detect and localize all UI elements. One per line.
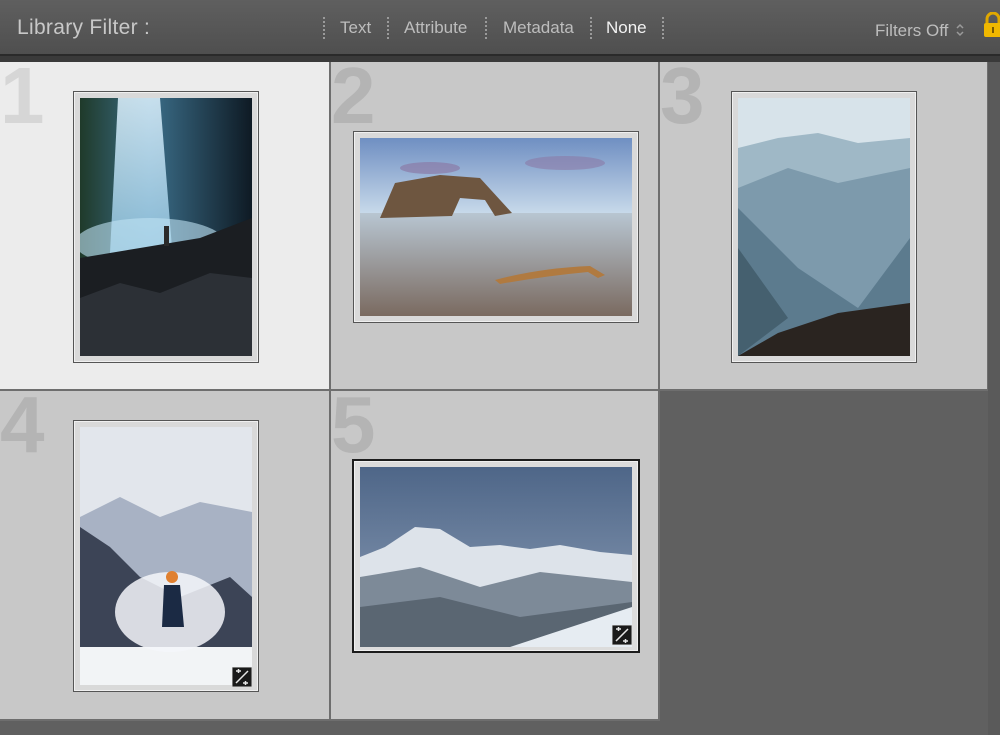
lock-icon[interactable] xyxy=(982,12,1000,38)
sea-arch-photo xyxy=(360,138,632,316)
up-down-chevron-icon[interactable] xyxy=(955,22,965,38)
grid-cell-2[interactable]: 2 xyxy=(331,56,660,391)
waterfall-photo xyxy=(80,98,252,356)
library-filter-title: Library Filter : xyxy=(17,16,151,39)
snow-runner-photo xyxy=(80,427,252,685)
cell-index: 1 xyxy=(0,51,45,140)
photo-thumbnail[interactable] xyxy=(73,420,259,692)
tab-separator xyxy=(323,17,325,39)
library-filter-bar: Library Filter : Text Attribute Metadata… xyxy=(0,0,1000,56)
develop-adjustment-badge-icon[interactable] xyxy=(612,625,632,645)
grid-cell-4[interactable]: 4 xyxy=(0,385,331,721)
cell-index: 4 xyxy=(0,380,45,469)
tab-text[interactable]: Text xyxy=(340,18,371,38)
tab-separator xyxy=(485,17,487,39)
photo-thumbnail[interactable] xyxy=(353,131,639,323)
filters-preset-dropdown[interactable]: Filters Off xyxy=(875,21,948,41)
thumbnail-grid: 1 2 3 4 5 xyxy=(0,56,1000,735)
tab-separator xyxy=(590,17,592,39)
photo-thumbnail[interactable] xyxy=(352,459,640,653)
grid-cell-5[interactable]: 5 xyxy=(331,385,660,721)
grid-cell-1[interactable]: 1 xyxy=(0,56,331,391)
tab-metadata[interactable]: Metadata xyxy=(503,18,574,38)
tab-separator xyxy=(387,17,389,39)
snowy-mountain-photo xyxy=(360,467,632,647)
cell-index: 5 xyxy=(331,380,376,469)
tab-separator xyxy=(662,17,664,39)
tab-attribute[interactable]: Attribute xyxy=(404,18,467,38)
grid-scrollbar[interactable] xyxy=(988,62,1000,735)
mountain-ridges-photo xyxy=(738,98,910,356)
tab-none[interactable]: None xyxy=(606,18,647,38)
develop-adjustment-badge-icon[interactable] xyxy=(232,667,252,687)
grid-cell-3[interactable]: 3 xyxy=(660,56,989,391)
cell-index: 2 xyxy=(331,51,376,140)
photo-thumbnail[interactable] xyxy=(731,91,917,363)
cell-index: 3 xyxy=(660,51,705,140)
photo-thumbnail[interactable] xyxy=(73,91,259,363)
